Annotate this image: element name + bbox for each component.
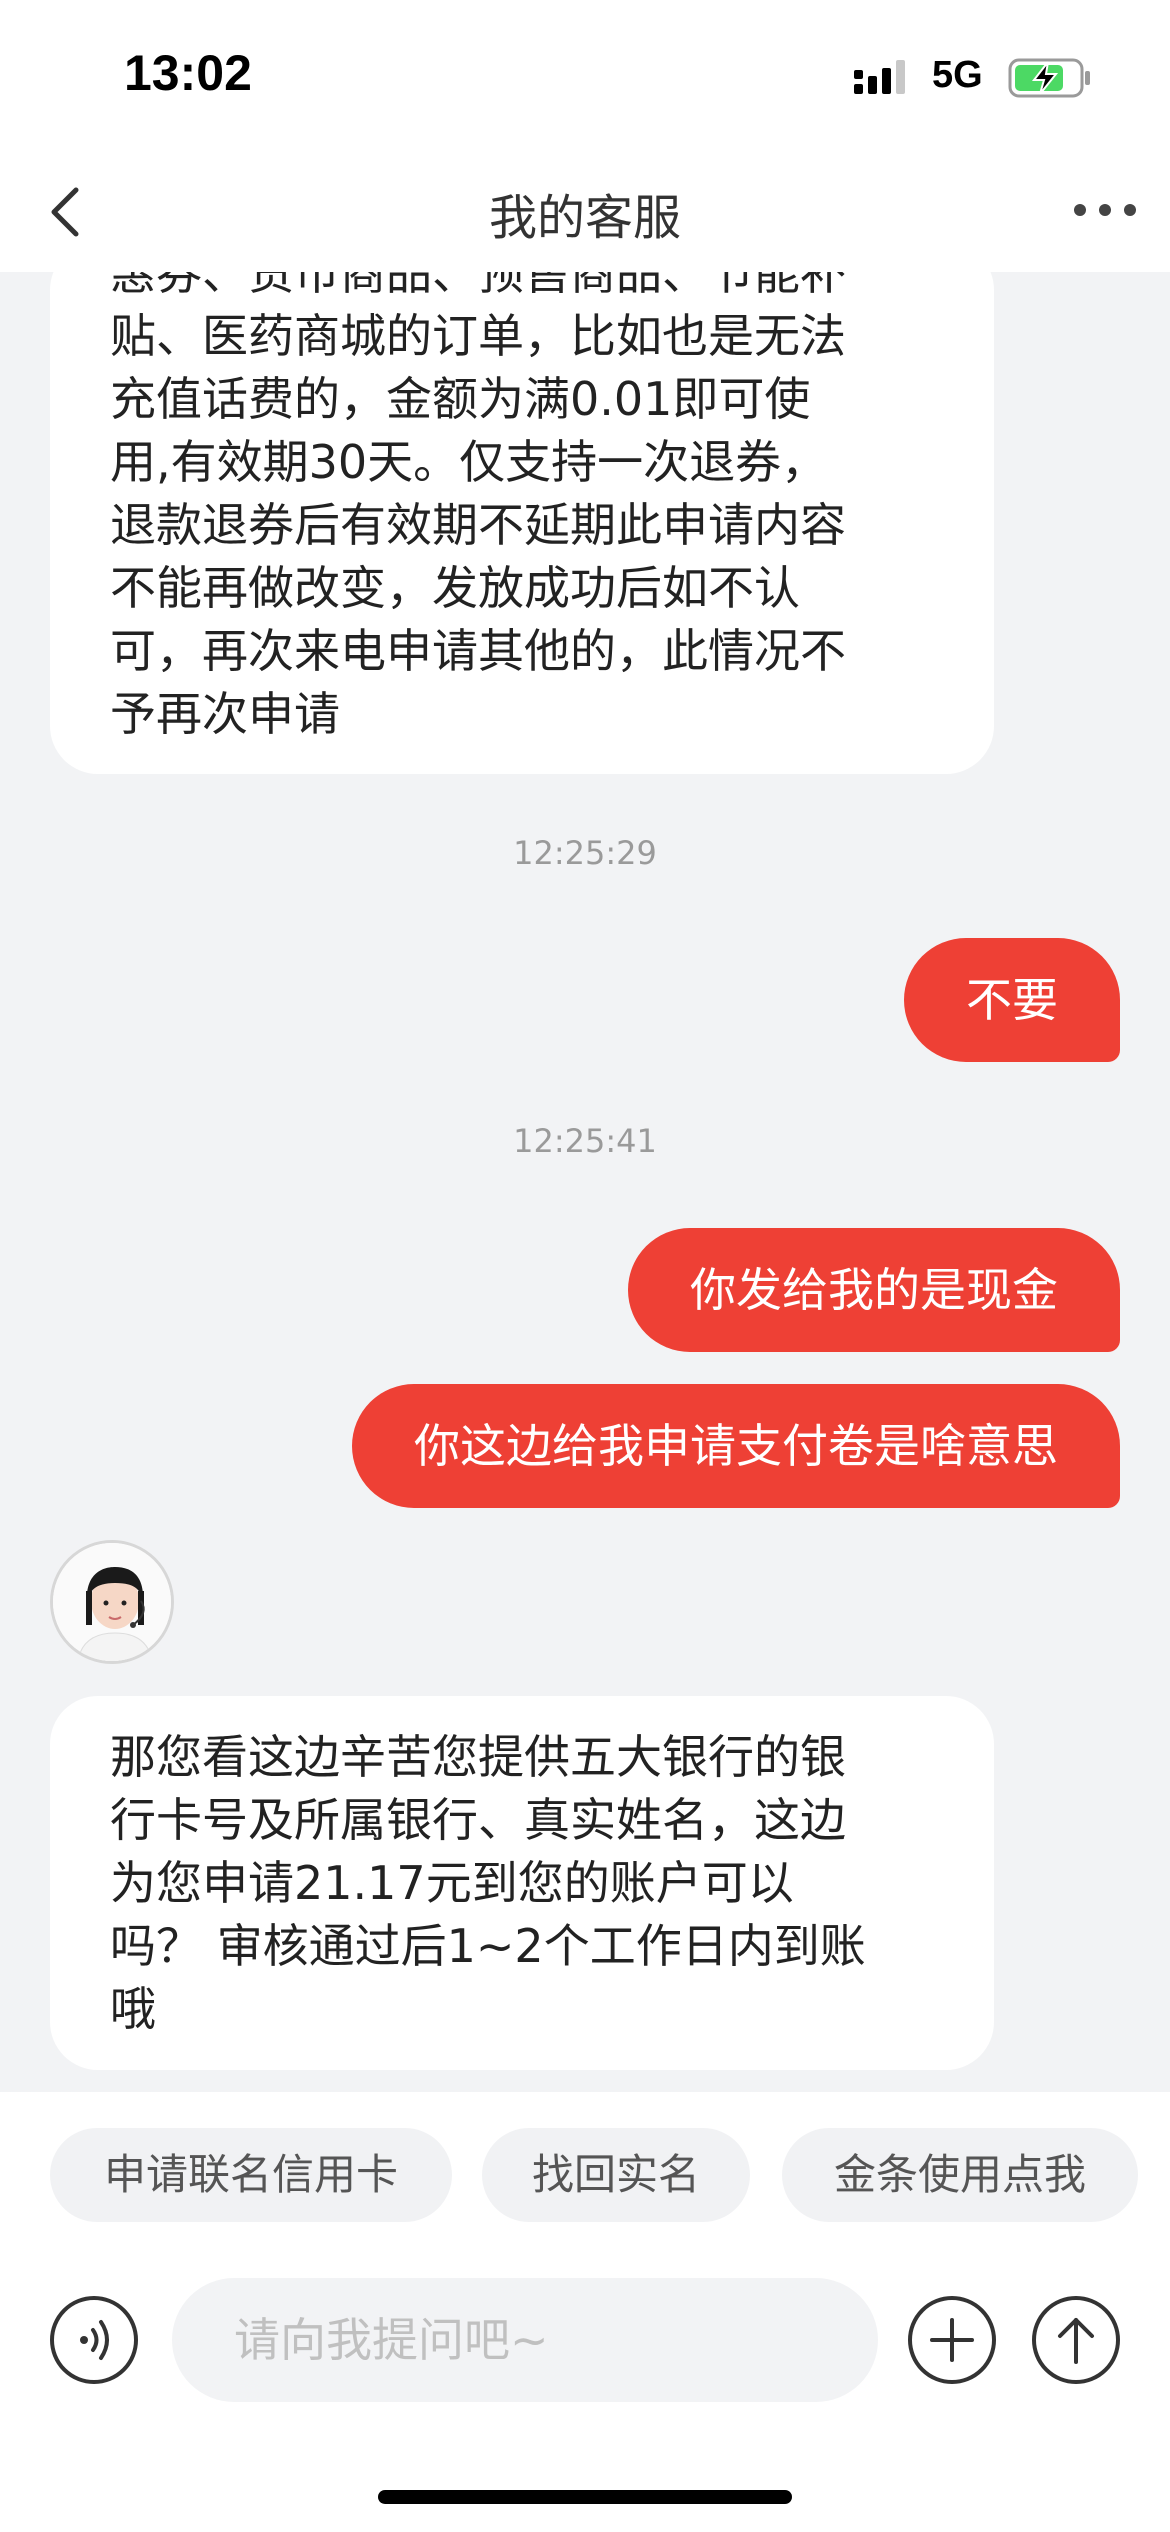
voice-icon[interactable] xyxy=(48,2294,140,2386)
agent-message: 惠券、货币商品、预售商品、节能补 贴、医药商城的订单，比如也是无法 充值话费的，… xyxy=(50,272,994,774)
quick-reply-chip[interactable]: 金条使用点我 xyxy=(782,2128,1138,2222)
message-line: 行卡号及所属银行、真实姓名，这边 xyxy=(110,1793,846,1847)
agent-portrait-icon xyxy=(53,1543,171,1661)
signal-icon xyxy=(854,60,905,94)
message-timestamp: 12:25:29 xyxy=(513,834,657,872)
message-line: 惠券、货币商品、预售商品、节能补 xyxy=(110,272,846,300)
page-title: 我的客服 xyxy=(488,190,681,246)
message-input[interactable] xyxy=(172,2278,878,2402)
chat-area[interactable]: 惠券、货币商品、预售商品、节能补 贴、医药商城的订单，比如也是无法 充值话费的，… xyxy=(0,272,1170,2092)
user-message: 你这边给我申请支付卷是啥意思 xyxy=(352,1384,1120,1508)
message-line: 退款退券后有效期不延期此申请内容 xyxy=(110,498,846,552)
bottom-panel: 申请联名信用卡 找回实名 金条使用点我 xyxy=(0,2092,1170,2532)
arrow-up-icon[interactable] xyxy=(1030,2294,1122,2386)
message-line: 可，再次来电申请其他的，此情况不 xyxy=(110,624,846,678)
message-line: 为您申请21.17元到您的账户可以 xyxy=(110,1856,794,1910)
battery-charging-icon xyxy=(1008,58,1090,98)
status-time: 13:02 xyxy=(124,45,252,101)
agent-message: 那您看这边辛苦您提供五大银行的银 行卡号及所属银行、真实姓名，这边 为您申请21… xyxy=(50,1696,994,2070)
message-line: 用,有效期30天。仅支持一次退券， xyxy=(110,435,828,489)
message-line: 不能再做改变，发放成功后如不认 xyxy=(110,561,800,615)
user-message: 你发给我的是现金 xyxy=(628,1228,1120,1352)
message-timestamp: 12:25:41 xyxy=(513,1122,657,1160)
user-message: 不要 xyxy=(904,938,1120,1062)
message-line: 充值话费的，金额为满0.01即可使 xyxy=(110,372,811,426)
status-bar: 13:02 5G xyxy=(0,0,1170,150)
more-dots-icon[interactable] xyxy=(1070,190,1140,230)
message-line: 予再次申请 xyxy=(110,687,340,741)
home-indicator[interactable] xyxy=(378,2490,792,2504)
network-label: 5G xyxy=(932,54,983,96)
quick-reply-chip[interactable]: 找回实名 xyxy=(482,2128,750,2222)
plus-icon[interactable] xyxy=(906,2294,998,2386)
quick-reply-chip[interactable]: 申请联名信用卡 xyxy=(50,2128,452,2222)
agent-avatar[interactable] xyxy=(50,1540,174,1664)
message-line: 吗？ 审核通过后1~2个工作日内到账 xyxy=(110,1919,866,1973)
nav-bar: 我的客服 xyxy=(0,150,1170,272)
message-line: 哦 xyxy=(110,1982,156,2036)
message-line: 那您看这边辛苦您提供五大银行的银 xyxy=(110,1730,846,1784)
message-line: 贴、医药商城的订单，比如也是无法 xyxy=(110,309,846,363)
